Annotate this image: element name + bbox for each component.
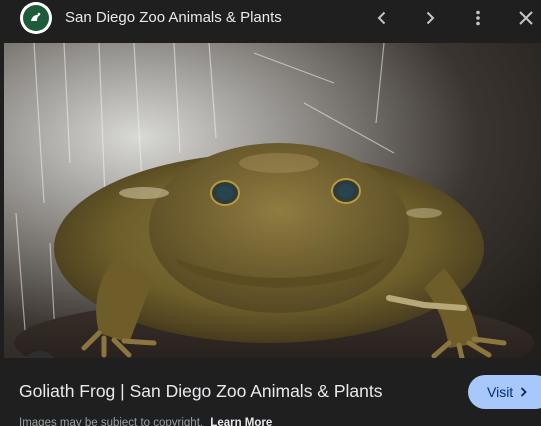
copyright-notice: Images may be subject to copyright. Lear… — [19, 417, 272, 426]
visit-button-label: Visit — [487, 384, 514, 400]
site-logo[interactable] — [20, 2, 52, 34]
more-options-button[interactable] — [463, 3, 493, 33]
viewer-header: San Diego Zoo Animals & Plants — [0, 0, 541, 38]
chevron-right-icon — [519, 387, 528, 397]
close-icon — [519, 11, 533, 25]
chevron-left-icon — [377, 11, 386, 25]
more-vert-icon — [476, 10, 480, 26]
previous-button[interactable] — [367, 3, 397, 33]
chevron-right-icon — [426, 11, 435, 25]
zoo-logo-icon — [23, 5, 49, 31]
site-name[interactable]: San Diego Zoo Animals & Plants — [65, 9, 282, 26]
next-button[interactable] — [415, 3, 445, 33]
result-image[interactable] — [4, 43, 541, 358]
result-title[interactable]: Goliath Frog | San Diego Zoo Animals & P… — [19, 381, 382, 402]
goliath-frog-photo — [4, 43, 541, 358]
learn-more-link[interactable]: Learn More — [210, 417, 272, 426]
copyright-text: Images may be subject to copyright. — [19, 417, 204, 426]
close-button[interactable] — [511, 3, 541, 33]
image-viewer-panel: San Diego Zoo Animals & Plants Goliath F… — [0, 0, 541, 426]
visit-button[interactable]: Visit — [468, 375, 541, 409]
